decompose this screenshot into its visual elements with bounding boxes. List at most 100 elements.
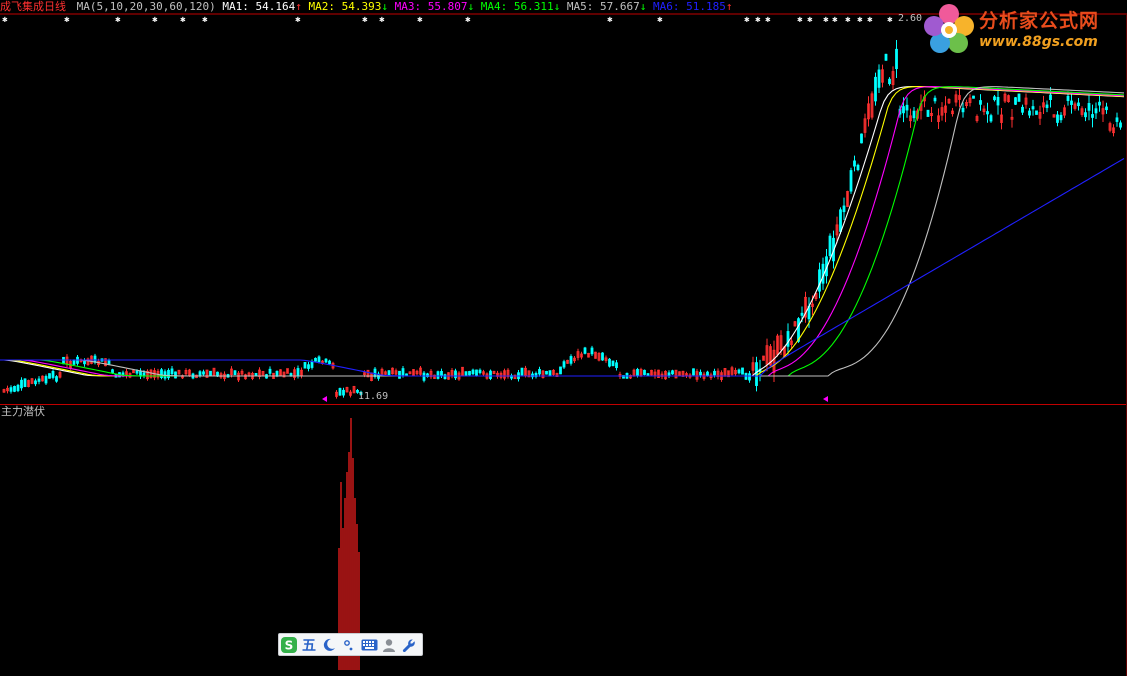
ma3-arrow: ↓ [467,0,475,13]
candle-body [877,69,881,88]
candle-body [338,388,342,396]
ma2-arrow: ↓ [381,0,388,13]
candle-body [1094,108,1098,114]
candle-body [111,369,114,374]
candle-body [44,376,48,384]
candle-body [202,371,205,375]
ma4-line [0,86,1125,377]
candle-body [1049,94,1052,101]
punctuation-icon[interactable] [339,634,359,655]
divider-marker [823,396,828,402]
candle-body [1105,106,1108,111]
signal-marker: ✱ [152,15,158,25]
candle-body [912,110,916,119]
candle-body [1059,114,1063,121]
candle-body [933,97,937,102]
candle-body [849,170,853,192]
signal-marker: ✱ [295,15,301,25]
candle-body [314,357,317,362]
candle-body [643,369,646,375]
sogou-icon[interactable]: S [279,634,299,655]
stock-name[interactable]: 成飞集成 [0,0,44,13]
candle-body [436,371,440,379]
candle-body [856,164,860,171]
signal-marker: ✱ [417,15,423,25]
candle-body [608,358,611,367]
candle-body [1028,110,1031,116]
signal-marker: ✱ [744,15,750,25]
candle-body [884,53,888,61]
candle-body [545,371,548,375]
candle-body [989,115,993,122]
indicator-info-bar: 成飞集成日线 MA(5,10,20,30,60,120) MA1: 54.164… [0,0,732,14]
candle-body [478,369,482,374]
candle-body [562,361,566,368]
candle-body [1119,122,1122,128]
ma3-value: 55.807 [427,0,468,13]
ma1-line [0,86,1125,377]
ma6-label: MA6: [652,0,680,13]
candle-body [961,107,965,113]
signal-marker: ✱ [202,15,208,25]
stock-chart-window[interactable]: ✱ ✱ ✱ ✱ ✱ ✱ ✱ ✱ ✱ ✱ ✱ ✱ ✱ ✱ ✱ ✱ ✱ ✱ ✱ ✱ ✱ ✱ ✱ ✱ 成飞集成日线 MA(5,10,… [0,0,1127,676]
candle-body [422,372,426,381]
candle-body [268,368,272,374]
candle-body [1014,97,1017,105]
candle-body [828,235,832,256]
candle-body [972,95,975,99]
candle-body [142,372,146,376]
candle-body [107,359,111,365]
candle-body [93,355,97,363]
candle-body [699,371,702,376]
candle-body [874,76,877,102]
candle-body [671,370,674,375]
candle-body [583,347,587,354]
input-mode-label: 五 [302,637,316,654]
ma2-readout: MA2: 54.393↓ [308,0,388,13]
candle-body [548,370,552,377]
period-label[interactable]: 日线 [44,0,66,13]
candle-body [818,269,821,292]
candle-body [34,380,37,385]
signal-marker: ✱ [823,15,829,25]
svg-text:S: S [285,638,294,652]
moon-icon[interactable] [319,634,339,655]
candle-body [72,359,76,365]
candle-body [611,360,615,367]
candle-body [296,368,300,376]
signal-marker: ✱ [857,15,863,25]
candle-body [489,370,492,379]
ime-toolbar[interactable]: S 五 [278,633,423,656]
signal-marker: ✱ [807,15,813,25]
candle-body [401,368,405,376]
candle-body [713,370,716,376]
candle-body [373,368,377,377]
candle-body [1056,114,1059,123]
candle-body [328,360,331,365]
signal-marker: ✱ [845,15,851,25]
candle-body [559,366,562,375]
ma4-arrow: ↓ [553,0,561,13]
candle-body [9,387,13,392]
candle-body [1098,101,1101,106]
candle-body [170,368,174,375]
logo-url: www.88gs.com [979,34,1098,50]
ma5-readout: MA5: 57.667↓ [567,0,647,13]
keyboard-icon[interactable] [359,634,379,655]
user-icon[interactable] [379,634,399,655]
signal-marker: ✱ [867,15,873,25]
candle-body [135,370,139,374]
candle-body [615,362,618,369]
candle-body [1087,103,1091,111]
ma3-line [0,86,1125,377]
ma3-label: MA3: [394,0,422,13]
input-mode-wubi[interactable]: 五 [299,634,319,655]
wrench-icon[interactable] [399,634,419,655]
signal-marker: ✱ [2,15,8,25]
candle-body [209,370,212,376]
ma4-value: 56.311 [513,0,554,13]
candle-body [317,356,321,363]
candle-body [468,371,471,376]
chart-canvas[interactable]: ✱ ✱ ✱ ✱ ✱ ✱ ✱ ✱ ✱ ✱ ✱ ✱ ✱ ✱ ✱ ✱ ✱ ✱ ✱ ✱ ✱ ✱ ✱ ✱ [0,0,1127,676]
candle-body [706,371,709,376]
